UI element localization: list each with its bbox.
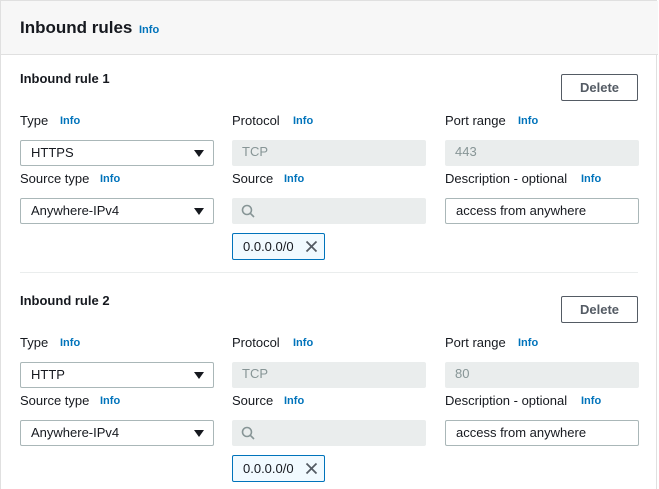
rule-divider: [20, 272, 638, 273]
description-info-link[interactable]: Info: [581, 395, 601, 407]
protocol-label: Protocol: [232, 335, 280, 350]
source-info-link[interactable]: Info: [284, 395, 304, 407]
panel-header: Inbound rules Info: [1, 1, 658, 55]
search-icon: [241, 426, 255, 440]
port-range-field: 443: [445, 140, 639, 166]
rule-title: Inbound rule 1: [20, 71, 110, 86]
description-label: Description - optional: [445, 171, 568, 186]
source-type-select-value: Anywhere-IPv4: [31, 203, 120, 218]
search-icon: [241, 204, 255, 218]
protocol-field: TCP: [232, 140, 426, 166]
source-type-info-link[interactable]: Info: [100, 173, 120, 185]
protocol-field: TCP: [232, 362, 426, 388]
close-icon[interactable]: [305, 240, 318, 253]
source-type-select[interactable]: Anywhere-IPv4: [20, 198, 214, 224]
port-range-field: 80: [445, 362, 639, 388]
panel-title: Inbound rules: [20, 18, 133, 37]
inbound-rules-panel: Inbound rules Info Inbound rule 1 Delete…: [0, 0, 658, 489]
type-select-value: HTTPS: [31, 145, 74, 160]
source-token: 0.0.0.0/0: [232, 233, 325, 260]
source-search-input[interactable]: [232, 420, 426, 446]
type-info-link[interactable]: Info: [60, 337, 80, 349]
caret-down-icon: [194, 208, 204, 215]
description-label: Description - optional: [445, 393, 568, 408]
source-label: Source: [232, 393, 274, 408]
protocol-info-link[interactable]: Info: [293, 115, 313, 127]
source-info-link[interactable]: Info: [284, 173, 304, 185]
port-range-info-link[interactable]: Info: [518, 337, 538, 349]
protocol-label: Protocol: [232, 113, 280, 128]
port-range-info-link[interactable]: Info: [518, 115, 538, 127]
source-token-label: 0.0.0.0/0: [243, 461, 294, 476]
source-type-label: Source type: [20, 393, 90, 408]
delete-rule-button[interactable]: Delete: [561, 74, 638, 101]
type-label: Type: [20, 335, 49, 350]
port-range-label: Port range: [445, 113, 506, 128]
type-info-link[interactable]: Info: [60, 115, 80, 127]
port-range-label: Port range: [445, 335, 506, 350]
source-type-select-value: Anywhere-IPv4: [31, 425, 120, 440]
type-select[interactable]: HTTP: [20, 362, 214, 388]
description-input[interactable]: access from anywhere: [445, 420, 639, 446]
source-type-info-link[interactable]: Info: [100, 395, 120, 407]
source-type-select[interactable]: Anywhere-IPv4: [20, 420, 214, 446]
rule-title: Inbound rule 2: [20, 293, 110, 308]
type-select[interactable]: HTTPS: [20, 140, 214, 166]
description-input[interactable]: access from anywhere: [445, 198, 639, 224]
delete-rule-button[interactable]: Delete: [561, 296, 638, 323]
description-info-link[interactable]: Info: [581, 173, 601, 185]
panel-info-link[interactable]: Info: [139, 24, 159, 36]
caret-down-icon: [194, 430, 204, 437]
caret-down-icon: [194, 150, 204, 157]
type-select-value: HTTP: [31, 367, 65, 382]
type-label: Type: [20, 113, 49, 128]
source-token-label: 0.0.0.0/0: [243, 239, 294, 254]
source-label: Source: [232, 171, 274, 186]
protocol-info-link[interactable]: Info: [293, 337, 313, 349]
caret-down-icon: [194, 372, 204, 379]
source-token: 0.0.0.0/0: [232, 455, 325, 482]
close-icon[interactable]: [305, 462, 318, 475]
source-type-label: Source type: [20, 171, 90, 186]
source-search-input[interactable]: [232, 198, 426, 224]
